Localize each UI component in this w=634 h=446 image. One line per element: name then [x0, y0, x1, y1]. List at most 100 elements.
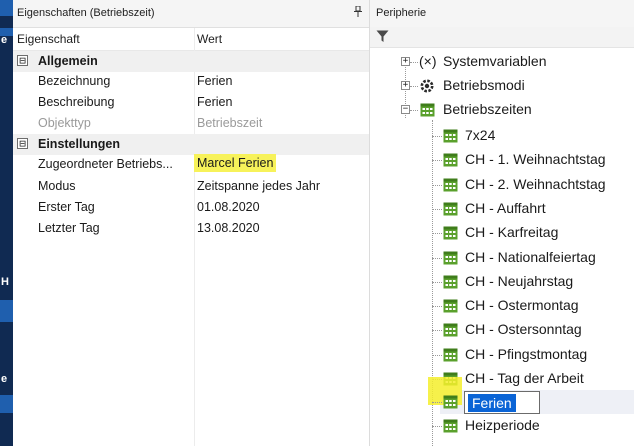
property-row-letzter-tag[interactable]: Letzter Tag 13.08.2020	[13, 218, 369, 239]
properties-column-header: Eigenschaft Wert	[13, 28, 369, 51]
collapse-icon[interactable]: ⊟	[17, 138, 28, 149]
tree-node-label: CH - 2. Weihnachtstag	[465, 175, 606, 192]
properties-panel-title-bar: Eigenschaften (Betriebszeit)	[13, 0, 369, 28]
property-value[interactable]: 13.08.2020	[197, 221, 260, 235]
tree-connector	[432, 306, 442, 308]
tree-node-label: Heizperiode	[465, 417, 540, 433]
calendar-icon	[443, 201, 458, 219]
tree-node-ch-nationalfeiertag[interactable]: CH - Nationalfeiertag	[432, 248, 632, 270]
property-row-modus[interactable]: Modus Zeitspanne jedes Jahr	[13, 176, 369, 197]
rename-input-selected-text[interactable]: Ferien	[468, 394, 516, 412]
desktop-strip-segment	[0, 300, 13, 322]
property-value[interactable]: Zeitspanne jedes Jahr	[197, 179, 320, 193]
calendar-icon	[443, 250, 458, 268]
tree-connector	[432, 160, 442, 162]
tree-node-ch-auffahrt[interactable]: CH - Auffahrt	[432, 199, 632, 221]
tree-node-label: CH - Tag der Arbeit	[465, 370, 584, 386]
tree-node-7x24[interactable]: 7x24	[432, 126, 632, 148]
tree-node-ch-neujahrstag[interactable]: CH - Neujahrstag	[432, 272, 632, 294]
tree-connector	[432, 354, 442, 356]
property-label: Erster Tag	[38, 200, 95, 214]
value-column-header[interactable]: Wert	[197, 32, 222, 46]
tree-connector	[432, 281, 442, 283]
group-allgemein[interactable]: ⊟ Allgemein	[13, 51, 369, 72]
peripherie-title-bar: Peripherie	[370, 0, 634, 27]
tree-connector	[432, 257, 442, 259]
calendar-icon	[443, 128, 458, 146]
calendar-icon	[443, 418, 458, 436]
group-label: Einstellungen	[38, 137, 120, 151]
property-label: Zugeordneter Betriebs...	[38, 157, 173, 171]
property-value-highlighted[interactable]: Marcel Ferien	[194, 154, 277, 172]
desktop-letter: H	[1, 276, 9, 288]
property-value[interactable]: Ferien	[197, 74, 232, 88]
tree-node-label: CH - Ostersonntag	[465, 321, 582, 338]
desktop-strip-segment	[0, 395, 13, 413]
tree-node-label: CH - Neujahrstag	[465, 272, 574, 289]
tree-connector	[432, 330, 442, 332]
tree-connector	[432, 208, 442, 210]
tree-node-label: CH - Auffahrt	[465, 199, 546, 216]
tree-node-label: 7x24	[465, 127, 496, 143]
tree-connector	[432, 136, 442, 137]
property-row-beschreibung[interactable]: Beschreibung Ferien	[13, 92, 369, 113]
variable-icon: (×)	[419, 53, 437, 69]
tree-node-label: Betriebszeiten	[443, 101, 532, 117]
tree-connector	[432, 233, 442, 235]
collapse-icon[interactable]: ⊟	[17, 55, 28, 66]
desktop-letter: e	[1, 34, 8, 46]
calendar-icon	[443, 177, 458, 195]
desktop-strip-segment	[0, 0, 13, 16]
calendar-icon	[443, 274, 458, 292]
property-label: Objekttyp	[38, 116, 91, 130]
tree-node-label: CH - Ostermontag	[465, 297, 579, 314]
tree-node-ch-ostermontag[interactable]: CH - Ostermontag	[432, 296, 632, 318]
tree-connector	[410, 86, 418, 87]
tree-node-ch-tag-der-arbeit[interactable]: CH - Tag der Arbeit	[432, 369, 632, 391]
properties-panel: Eigenschaften (Betriebszeit) Eigenschaft…	[13, 0, 370, 446]
property-label: Modus	[38, 179, 76, 193]
tree-node-label: CH - Nationalfeiertag	[465, 248, 596, 265]
property-row-zugeordneter-betriebsmodus[interactable]: Zugeordneter Betriebs... Marcel Ferien	[13, 154, 369, 176]
tree-node-label: CH - 1. Weihnachtstag	[465, 151, 606, 168]
filter-icon[interactable]	[376, 30, 389, 48]
tree-connector	[432, 426, 442, 427]
pin-icon[interactable]	[353, 5, 363, 20]
property-label: Beschreibung	[38, 95, 115, 109]
property-row-bezeichnung[interactable]: Bezeichnung Ferien	[13, 71, 369, 92]
tree-node-ch-pfingstmontag[interactable]: CH - Pfingstmontag	[432, 345, 632, 367]
tree-node-ch-1-weihnachtstag[interactable]: CH - 1. Weihnachtstag	[432, 150, 632, 172]
tree-node-ch-karfreitag[interactable]: CH - Karfreitag	[432, 223, 632, 245]
highlighted-value[interactable]: Marcel Ferien	[194, 154, 277, 172]
property-row-erster-tag[interactable]: Erster Tag 01.08.2020	[13, 197, 369, 218]
tree-node-heizperiode[interactable]: Heizperiode	[432, 416, 632, 438]
peripherie-toolbar	[370, 27, 634, 48]
tree-node-label: CH - Karfreitag	[465, 224, 559, 241]
property-value: Betriebszeit	[197, 116, 263, 130]
calendar-icon	[420, 102, 435, 120]
group-label: Allgemein	[38, 54, 98, 68]
tree-node-systemvariablen[interactable]: + (×) Systemvariablen	[401, 52, 631, 74]
calendar-icon	[443, 347, 458, 365]
property-row-objekttyp: Objekttyp Betriebszeit	[13, 113, 369, 134]
collapse-icon[interactable]: −	[401, 105, 410, 114]
tree-node-betriebsmodi[interactable]: + Betriebsmodi	[401, 76, 631, 98]
property-column-header[interactable]: Eigenschaft	[17, 32, 80, 46]
property-value[interactable]: 01.08.2020	[197, 200, 260, 214]
expand-icon[interactable]: +	[401, 57, 410, 66]
rename-input[interactable]: Ferien	[464, 391, 540, 414]
tree-node-ch-2-weihnachtstag[interactable]: CH - 2. Weihnachtstag	[432, 175, 632, 197]
tree-connector	[410, 62, 418, 63]
calendar-icon	[443, 298, 458, 316]
desktop-edge: e H e	[0, 0, 13, 446]
desktop-letter: e	[1, 373, 8, 385]
gear-icon	[419, 78, 435, 97]
tree-node-ch-ostersonntag[interactable]: CH - Ostersonntag	[432, 320, 632, 342]
properties-panel-title: Eigenschaften (Betriebszeit)	[17, 7, 155, 19]
expand-icon[interactable]: +	[401, 81, 410, 90]
group-einstellungen[interactable]: ⊟ Einstellungen	[13, 134, 369, 155]
property-value[interactable]: Ferien	[197, 95, 232, 109]
tree-node-betriebszeiten[interactable]: − Betriebszeiten	[401, 100, 631, 122]
tree-connector	[432, 402, 442, 403]
property-label: Bezeichnung	[38, 74, 111, 88]
